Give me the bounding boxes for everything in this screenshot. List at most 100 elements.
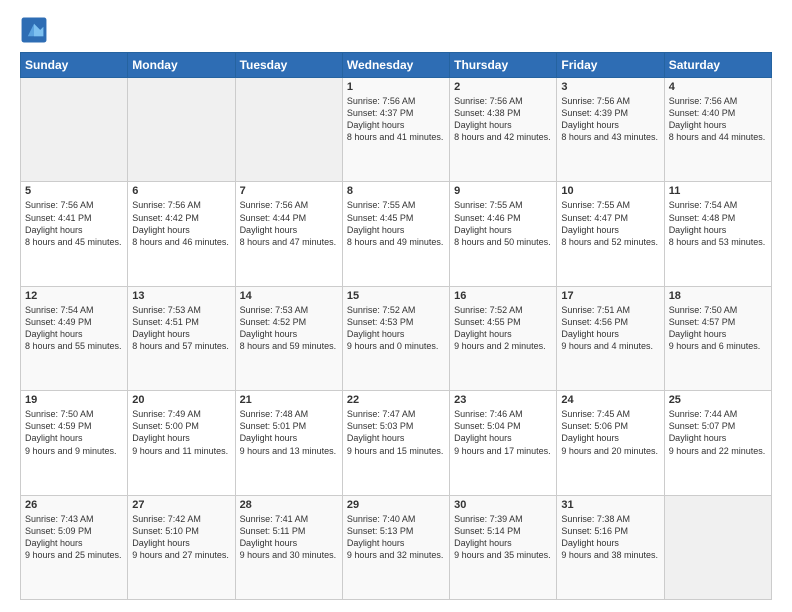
day-info: Sunrise: 7:56 AMSunset: 4:38 PMDaylight …: [454, 95, 552, 144]
day-number: 27: [132, 499, 230, 511]
day-cell: [128, 78, 235, 182]
day-number: 28: [240, 499, 338, 511]
day-cell: 27 Sunrise: 7:42 AMSunset: 5:10 PMDayligh…: [128, 495, 235, 599]
day-number: 3: [561, 81, 659, 93]
day-info: Sunrise: 7:53 AMSunset: 4:52 PMDaylight …: [240, 304, 338, 353]
day-number: 11: [669, 185, 767, 197]
day-number: 18: [669, 290, 767, 302]
day-number: 22: [347, 394, 445, 406]
day-number: 24: [561, 394, 659, 406]
day-header-friday: Friday: [557, 53, 664, 78]
day-number: 26: [25, 499, 123, 511]
day-number: 7: [240, 185, 338, 197]
day-info: Sunrise: 7:38 AMSunset: 5:16 PMDaylight …: [561, 513, 659, 562]
day-cell: 17Sunrise: 7:51 AMSunset: 4:56 PMDayligh…: [557, 286, 664, 390]
day-info: Sunrise: 7:56 AMSunset: 4:40 PMDaylight …: [669, 95, 767, 144]
day-info: Sunrise: 7:41 AMSunset: 5:11 PMDaylight …: [240, 513, 338, 562]
day-number: 8: [347, 185, 445, 197]
day-header-monday: Monday: [128, 53, 235, 78]
header: [20, 16, 772, 44]
day-info: Sunrise: 7:56 AMSunset: 4:39 PMDaylight …: [561, 95, 659, 144]
day-number: 9: [454, 185, 552, 197]
day-info: Sunrise: 7:50 AMSunset: 4:57 PMDaylight …: [669, 304, 767, 353]
day-cell: 4 Sunrise: 7:56 AMSunset: 4:40 PMDaylight…: [664, 78, 771, 182]
day-info: Sunrise: 7:56 AMSunset: 4:37 PMDaylight …: [347, 95, 445, 144]
day-cell: 31 Sunrise: 7:38 AMSunset: 5:16 PMDayligh…: [557, 495, 664, 599]
day-number: 29: [347, 499, 445, 511]
day-info: Sunrise: 7:55 AMSunset: 4:47 PMDaylight …: [561, 199, 659, 248]
day-cell: 3 Sunrise: 7:56 AMSunset: 4:39 PMDaylight…: [557, 78, 664, 182]
week-row-5: 26Sunrise: 7:43 AMSunset: 5:09 PMDayligh…: [21, 495, 772, 599]
day-cell: 10 Sunrise: 7:55 AMSunset: 4:47 PMDayligh…: [557, 182, 664, 286]
day-info: Sunrise: 7:39 AMSunset: 5:14 PMDaylight …: [454, 513, 552, 562]
day-number: 15: [347, 290, 445, 302]
day-info: Sunrise: 7:49 AMSunset: 5:00 PMDaylight …: [132, 408, 230, 457]
day-cell: 11 Sunrise: 7:54 AMSunset: 4:48 PMDayligh…: [664, 182, 771, 286]
day-cell: 12Sunrise: 7:54 AMSunset: 4:49 PMDayligh…: [21, 286, 128, 390]
day-cell: 15 Sunrise: 7:52 AMSunset: 4:53 PMDayligh…: [342, 286, 449, 390]
day-cell: 26Sunrise: 7:43 AMSunset: 5:09 PMDayligh…: [21, 495, 128, 599]
header-row: SundayMondayTuesdayWednesdayThursdayFrid…: [21, 53, 772, 78]
day-number: 31: [561, 499, 659, 511]
day-number: 4: [669, 81, 767, 93]
day-info: Sunrise: 7:48 AMSunset: 5:01 PMDaylight …: [240, 408, 338, 457]
day-cell: 28 Sunrise: 7:41 AMSunset: 5:11 PMDayligh…: [235, 495, 342, 599]
day-number: 30: [454, 499, 552, 511]
day-cell: [235, 78, 342, 182]
day-info: Sunrise: 7:42 AMSunset: 5:10 PMDaylight …: [132, 513, 230, 562]
day-number: 10: [561, 185, 659, 197]
day-cell: 20 Sunrise: 7:49 AMSunset: 5:00 PMDayligh…: [128, 391, 235, 495]
day-number: 17: [561, 290, 659, 302]
day-info: Sunrise: 7:52 AMSunset: 4:55 PMDaylight …: [454, 304, 552, 353]
day-info: Sunrise: 7:40 AMSunset: 5:13 PMDaylight …: [347, 513, 445, 562]
day-info: Sunrise: 7:50 AMSunset: 4:59 PMDaylight …: [25, 408, 123, 457]
day-cell: 25 Sunrise: 7:44 AMSunset: 5:07 PMDayligh…: [664, 391, 771, 495]
day-cell: 21Sunrise: 7:48 AMSunset: 5:01 PMDayligh…: [235, 391, 342, 495]
day-info: Sunrise: 7:53 AMSunset: 4:51 PMDaylight …: [132, 304, 230, 353]
day-header-saturday: Saturday: [664, 53, 771, 78]
day-info: Sunrise: 7:56 AMSunset: 4:44 PMDaylight …: [240, 199, 338, 248]
week-row-2: 5Sunrise: 7:56 AMSunset: 4:41 PMDaylight…: [21, 182, 772, 286]
day-cell: 6 Sunrise: 7:56 AMSunset: 4:42 PMDaylight…: [128, 182, 235, 286]
day-cell: [664, 495, 771, 599]
day-info: Sunrise: 7:56 AMSunset: 4:42 PMDaylight …: [132, 199, 230, 248]
day-cell: 14 Sunrise: 7:53 AMSunset: 4:52 PMDayligh…: [235, 286, 342, 390]
day-cell: 24 Sunrise: 7:45 AMSunset: 5:06 PMDayligh…: [557, 391, 664, 495]
day-header-wednesday: Wednesday: [342, 53, 449, 78]
day-cell: 29 Sunrise: 7:40 AMSunset: 5:13 PMDayligh…: [342, 495, 449, 599]
day-cell: 13 Sunrise: 7:53 AMSunset: 4:51 PMDayligh…: [128, 286, 235, 390]
day-info: Sunrise: 7:46 AMSunset: 5:04 PMDaylight …: [454, 408, 552, 457]
day-cell: 8Sunrise: 7:55 AMSunset: 4:45 PMDaylight…: [342, 182, 449, 286]
day-cell: 9Sunrise: 7:55 AMSunset: 4:46 PMDaylight…: [450, 182, 557, 286]
day-cell: 22 Sunrise: 7:47 AMSunset: 5:03 PMDayligh…: [342, 391, 449, 495]
page: SundayMondayTuesdayWednesdayThursdayFrid…: [0, 0, 792, 612]
day-header-thursday: Thursday: [450, 53, 557, 78]
day-info: Sunrise: 7:56 AMSunset: 4:41 PMDaylight …: [25, 199, 123, 248]
day-info: Sunrise: 7:45 AMSunset: 5:06 PMDaylight …: [561, 408, 659, 457]
day-number: 25: [669, 394, 767, 406]
day-cell: 1 Sunrise: 7:56 AMSunset: 4:37 PMDaylight…: [342, 78, 449, 182]
day-number: 13: [132, 290, 230, 302]
week-row-3: 12Sunrise: 7:54 AMSunset: 4:49 PMDayligh…: [21, 286, 772, 390]
day-info: Sunrise: 7:52 AMSunset: 4:53 PMDaylight …: [347, 304, 445, 353]
day-info: Sunrise: 7:54 AMSunset: 4:48 PMDaylight …: [669, 199, 767, 248]
day-number: 16: [454, 290, 552, 302]
day-info: Sunrise: 7:47 AMSunset: 5:03 PMDaylight …: [347, 408, 445, 457]
day-header-tuesday: Tuesday: [235, 53, 342, 78]
logo: [20, 16, 52, 44]
day-number: 20: [132, 394, 230, 406]
day-number: 19: [25, 394, 123, 406]
day-info: Sunrise: 7:44 AMSunset: 5:07 PMDaylight …: [669, 408, 767, 457]
day-cell: 18 Sunrise: 7:50 AMSunset: 4:57 PMDayligh…: [664, 286, 771, 390]
day-cell: 7 Sunrise: 7:56 AMSunset: 4:44 PMDaylight…: [235, 182, 342, 286]
day-number: 14: [240, 290, 338, 302]
day-cell: 5Sunrise: 7:56 AMSunset: 4:41 PMDaylight…: [21, 182, 128, 286]
day-header-sunday: Sunday: [21, 53, 128, 78]
day-number: 1: [347, 81, 445, 93]
calendar-table: SundayMondayTuesdayWednesdayThursdayFrid…: [20, 52, 772, 600]
day-cell: [21, 78, 128, 182]
week-row-1: 1 Sunrise: 7:56 AMSunset: 4:37 PMDaylight…: [21, 78, 772, 182]
day-number: 6: [132, 185, 230, 197]
day-info: Sunrise: 7:54 AMSunset: 4:49 PMDaylight …: [25, 304, 123, 353]
logo-icon: [20, 16, 48, 44]
